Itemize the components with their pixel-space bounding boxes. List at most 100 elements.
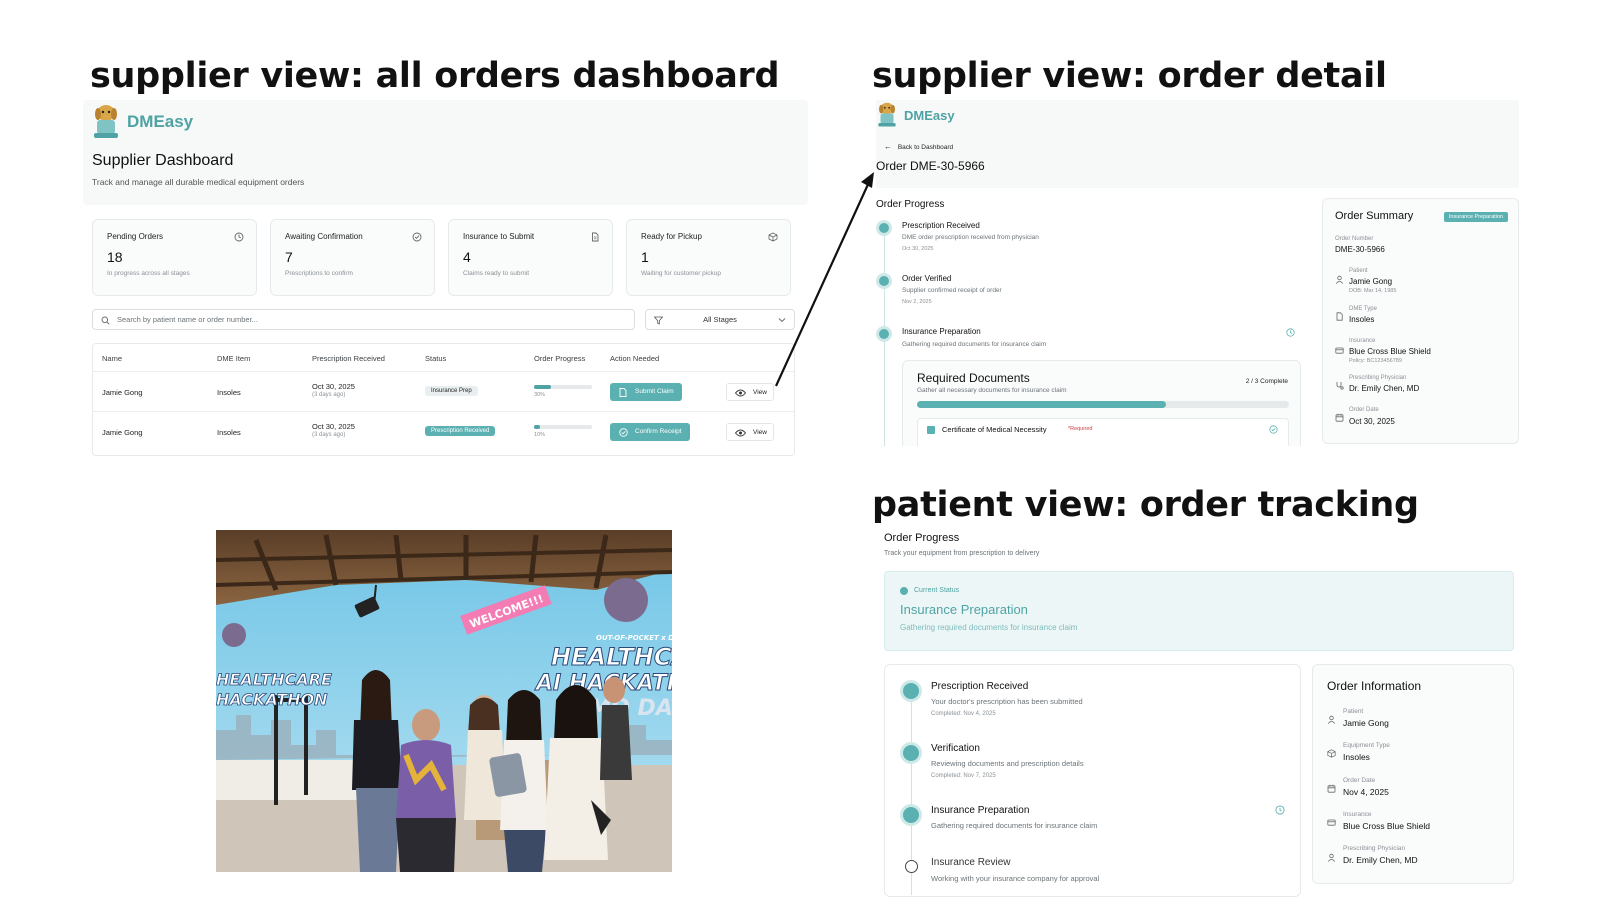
row-item: Insoles (217, 428, 241, 437)
view-button[interactable]: View (726, 383, 774, 401)
required-docs-progress-fill (917, 401, 1167, 408)
stat-sub: In progress across all stages (107, 270, 190, 277)
required-docs-subtitle: Gather all necessary documents for insur… (917, 387, 1067, 394)
progress-fill (534, 385, 552, 389)
progress-bar (534, 385, 592, 389)
heading-tracking: patient view: order tracking (872, 485, 1419, 525)
step-complete-icon (876, 220, 892, 236)
stat-card-awaiting[interactable]: Awaiting Confirmation 7 Prescriptions to… (270, 219, 435, 296)
photo-sign-line2: HEALTHCARE (551, 643, 672, 671)
step-current-icon (900, 804, 922, 826)
step-desc: Gathering required documents for insuran… (902, 341, 1047, 348)
order-date: Oct 30, 2025 (1349, 417, 1395, 426)
heading-detail: supplier view: order detail (872, 56, 1387, 96)
clock-icon (1275, 805, 1285, 815)
submit-claim-button[interactable]: Submit Claim (610, 383, 682, 401)
checkbox[interactable] (927, 426, 935, 434)
status-badge: Prescription Received (425, 426, 496, 436)
info-label: Order Date (1343, 777, 1376, 784)
stage-filter-value: All Stages (703, 315, 737, 324)
required-docs-count: 2 / 3 Complete (1245, 378, 1288, 385)
arrow-connector (774, 172, 874, 387)
column-header: Name (102, 354, 123, 363)
calendar-icon (1327, 784, 1336, 793)
required-documents-panel: Required Documents Gather all necessary … (902, 360, 1301, 446)
progress-title: Order Progress (876, 199, 945, 210)
package-icon (1327, 749, 1336, 758)
column-header: Prescription Received (312, 354, 385, 363)
info-physician: Dr. Emily Chen, MD (1343, 855, 1418, 865)
stat-label: Pending Orders (107, 232, 164, 241)
progress-label: 10% (534, 432, 546, 438)
filter-icon (654, 316, 663, 325)
step-complete-icon (900, 680, 922, 702)
step-title: Insurance Review (931, 857, 1011, 868)
row-name: Jamie Gong (102, 388, 143, 397)
photo-sign-line3: AI HACKATHON (534, 671, 672, 696)
step-date: Oct 30, 2025 (902, 246, 934, 252)
stethoscope-icon (1336, 382, 1344, 390)
patient-name: Jamie Gong (1349, 277, 1393, 286)
clock-icon (234, 232, 244, 242)
back-to-dashboard-link[interactable]: ← Back to Dashboard (884, 142, 953, 151)
step-desc: Supplier confirmed receipt of order (902, 287, 1002, 294)
step-date: Completed: Nov 4, 2025 (931, 711, 996, 717)
step-desc: DME order prescription received from phy… (902, 234, 1039, 241)
step-desc: Working with your insurance company for … (931, 874, 1100, 883)
summary-label: DME Type (1349, 306, 1377, 312)
calendar-icon (1335, 413, 1344, 422)
info-label: Patient (1343, 708, 1364, 715)
order-number: DME-30-5966 (1335, 245, 1385, 254)
progress-label: 30% (534, 392, 546, 398)
step-complete-icon (900, 742, 922, 764)
stat-value: 1 (641, 249, 649, 265)
status-badge: Insurance Prep (425, 386, 478, 396)
progress-fill (534, 425, 540, 429)
document-icon (619, 388, 627, 397)
stat-card-pending[interactable]: Pending Orders 18 In progress across all… (92, 219, 257, 296)
step-title: Order Verified (902, 274, 952, 283)
document-icon (592, 232, 599, 242)
stat-sub: Waiting for customer pickup (641, 270, 721, 277)
document-item[interactable]: Certificate of Medical Necessity *Requir… (917, 418, 1289, 446)
current-status-panel: Current Status Insurance Preparation Gat… (884, 571, 1514, 651)
order-information-card: Order Information Patient Jamie Gong Equ… (1312, 664, 1514, 884)
stat-label: Ready for Pickup (641, 232, 702, 241)
tracking-progress-card: Prescription Received Your doctor's pres… (884, 664, 1301, 897)
step-desc: Your doctor's prescription has been subm… (931, 697, 1083, 706)
check-circle-icon (412, 232, 422, 242)
brand-name: DMEasy (904, 107, 955, 123)
confirm-receipt-button[interactable]: Confirm Receipt (610, 423, 690, 441)
info-title: Order Information (1327, 679, 1422, 693)
table-row[interactable]: Jamie Gong Insoles Oct 30, 2025 (3 days a… (93, 371, 794, 411)
step-date: Nov 2, 2025 (902, 299, 932, 305)
step-date: Completed: Nov 7, 2025 (931, 773, 996, 779)
step-pending-icon (905, 860, 918, 873)
step-desc: Reviewing documents and prescription det… (931, 759, 1084, 768)
summary-label: Order Date (1349, 407, 1379, 413)
stat-label: Awaiting Confirmation (285, 232, 363, 241)
orders-table: Name DME Item Prescription Received Stat… (92, 343, 795, 456)
dme-type: Insoles (1349, 315, 1375, 324)
info-insurance: Blue Cross Blue Shield (1343, 821, 1430, 831)
table-row[interactable]: Jamie Gong Insoles Oct 30, 2025 (3 days a… (93, 411, 794, 451)
row-date: Oct 30, 2025 (3 days ago) (312, 422, 355, 438)
column-header: DME Item (217, 354, 251, 363)
stat-card-pickup[interactable]: Ready for Pickup 1 Waiting for customer … (626, 219, 791, 296)
stat-value: 18 (107, 249, 123, 265)
required-docs-title: Required Documents (917, 371, 1030, 385)
stat-value: 7 (285, 249, 293, 265)
view-button[interactable]: View (726, 423, 774, 441)
status-dot-icon (900, 587, 908, 595)
user-icon (1335, 275, 1344, 284)
check-circle-icon (619, 428, 628, 437)
stat-card-insurance[interactable]: Insurance to Submit 4 Claims ready to su… (448, 219, 613, 296)
search-input[interactable]: Search by patient name or order number..… (92, 309, 635, 330)
search-placeholder: Search by patient name or order number..… (117, 315, 258, 324)
order-title: Order DME-30-5966 (876, 159, 985, 173)
info-label: Insurance (1343, 811, 1372, 818)
stat-sub: Prescriptions to confirm (285, 270, 353, 277)
step-title: Prescription Received (902, 221, 980, 230)
tracking-title: Order Progress (884, 532, 960, 544)
required-tag: *Required (1068, 426, 1093, 432)
